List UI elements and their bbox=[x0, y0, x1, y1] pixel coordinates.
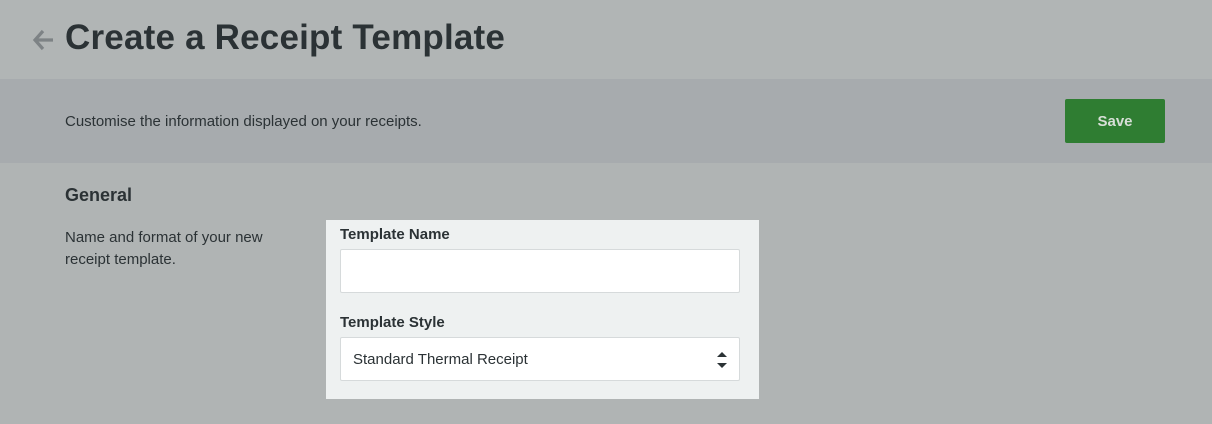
section-title: General bbox=[65, 185, 133, 205]
template-style-select[interactable]: Standard Thermal Receipt bbox=[340, 337, 740, 381]
template-name-input[interactable] bbox=[340, 249, 740, 293]
template-style-value: Standard Thermal Receipt bbox=[353, 351, 528, 368]
template-name-label: Template Name bbox=[340, 226, 450, 243]
select-arrows-icon bbox=[717, 352, 727, 368]
template-style-label: Template Style bbox=[340, 314, 445, 331]
save-button[interactable]: Save bbox=[1065, 99, 1165, 143]
page-title: Create a Receipt Template bbox=[65, 18, 506, 57]
page-header: Create a Receipt Template bbox=[0, 0, 1212, 79]
form-card: Template Name Template Style Standard Th… bbox=[326, 220, 759, 399]
section-description: Name and format of your new receipt temp… bbox=[65, 229, 263, 268]
general-section: General Name and format of your new rece… bbox=[0, 163, 1212, 424]
arrow-left-icon[interactable] bbox=[30, 27, 56, 53]
info-banner: Customise the information displayed on y… bbox=[0, 79, 1212, 163]
banner-description: Customise the information displayed on y… bbox=[65, 113, 422, 130]
